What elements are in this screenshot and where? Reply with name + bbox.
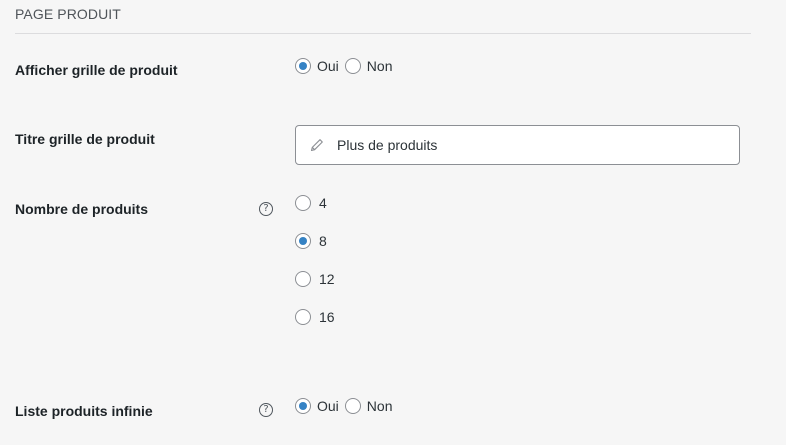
product-count-label: Nombre de produits bbox=[15, 201, 149, 217]
product-count-option-label: 12 bbox=[319, 271, 335, 287]
show-grid-radio-non[interactable] bbox=[344, 58, 361, 74]
grid-title-value: Plus de produits bbox=[337, 137, 438, 153]
product-count-option-16[interactable]: 16 bbox=[295, 309, 335, 325]
product-count-radio-16[interactable] bbox=[295, 309, 311, 325]
infinite-list-label: Liste produits infinie bbox=[15, 403, 153, 419]
infinite-list-option-oui[interactable]: Oui bbox=[295, 398, 339, 414]
show-grid-option-oui[interactable]: Oui bbox=[295, 58, 339, 74]
infinite-list-help-icon[interactable]: ? bbox=[259, 403, 273, 417]
product-count-option-8[interactable]: 8 bbox=[295, 233, 327, 249]
product-count-option-12[interactable]: 12 bbox=[295, 271, 335, 287]
show-grid-radio-group: Oui Non bbox=[295, 58, 392, 74]
show-grid-option-non[interactable]: Non bbox=[344, 58, 393, 74]
product-count-radio-4[interactable] bbox=[295, 195, 311, 211]
section-divider bbox=[15, 33, 751, 34]
infinite-list-option-label: Oui bbox=[317, 398, 339, 414]
show-grid-option-label: Non bbox=[366, 58, 393, 74]
infinite-list-option-label: Non bbox=[366, 398, 393, 414]
product-count-option-label: 8 bbox=[319, 233, 327, 249]
product-count-help-icon[interactable]: ? bbox=[259, 202, 273, 216]
product-count-radio-8[interactable] bbox=[295, 233, 311, 249]
infinite-list-option-non[interactable]: Non bbox=[344, 398, 393, 414]
infinite-list-radio-non[interactable] bbox=[344, 398, 361, 414]
grid-title-input[interactable]: Plus de produits bbox=[295, 125, 740, 165]
product-count-option-label: 4 bbox=[319, 195, 327, 211]
infinite-list-radio-oui[interactable] bbox=[295, 398, 311, 414]
infinite-list-radio-group: Oui Non bbox=[295, 398, 392, 414]
product-count-option-label: 16 bbox=[319, 309, 335, 325]
show-grid-label: Afficher grille de produit bbox=[15, 62, 178, 78]
section-title: PAGE PRODUIT bbox=[15, 6, 121, 22]
pencil-icon bbox=[310, 139, 323, 152]
grid-title-label: Titre grille de produit bbox=[15, 131, 155, 147]
product-count-radio-12[interactable] bbox=[295, 271, 311, 287]
show-grid-option-label: Oui bbox=[317, 58, 339, 74]
product-count-option-4[interactable]: 4 bbox=[295, 195, 327, 211]
show-grid-radio-oui[interactable] bbox=[295, 58, 311, 74]
